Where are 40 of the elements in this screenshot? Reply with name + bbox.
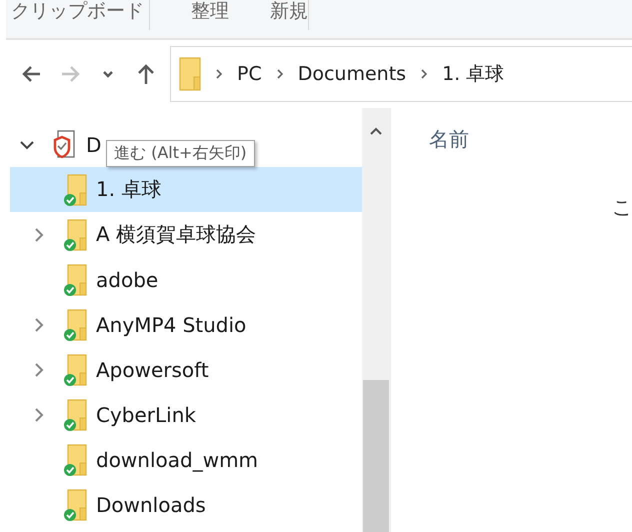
scrollbar-thumb[interactable] [363, 380, 389, 532]
folder-icon [179, 57, 201, 91]
folder-icon [64, 442, 88, 476]
folder-icon [64, 218, 88, 252]
tree-item-label: adobe [96, 268, 158, 292]
folder-icon [64, 172, 88, 206]
address-bar[interactable]: PC Documents 1. 卓球 [170, 46, 632, 102]
tree-item-label: CyberLink [96, 402, 196, 426]
column-header[interactable]: 名前 [429, 126, 469, 153]
tree-item-label: Downloads [96, 492, 206, 516]
tree-item[interactable]: 1. 卓球 [10, 167, 362, 212]
breadcrumb-segment[interactable]: Documents [298, 63, 406, 85]
folder-icon [64, 398, 88, 432]
tree-item[interactable]: download_wmm [10, 437, 362, 482]
ribbon-group-label: 新規 [270, 0, 309, 30]
tree-item[interactable]: CyberLink [10, 392, 362, 437]
tree-item[interactable]: adobe [10, 257, 362, 302]
tree-item[interactable]: A 横須賀卓球協会 [10, 212, 362, 257]
breadcrumb-segment[interactable]: 1. 卓球 [442, 61, 504, 87]
tooltip: 進む (Alt+右矢印) [106, 140, 255, 167]
tree-item[interactable]: AnyMP4 Studio [10, 302, 362, 347]
folder-icon [64, 352, 88, 386]
tree-item-label: D [86, 132, 102, 156]
caret-icon [102, 70, 114, 78]
empty-folder-message: こ [612, 194, 632, 221]
folder-icon [64, 308, 88, 342]
scroll-up-icon[interactable] [369, 126, 383, 136]
ribbon-group-label: 整理 [190, 0, 230, 24]
ribbon-group-label: クリップボード [6, 0, 150, 30]
tree-item-label: AnyMP4 Studio [96, 312, 246, 336]
tree-item-label: download_wmm [96, 448, 258, 472]
tree-item-label: A 横須賀卓球協会 [96, 221, 256, 248]
tree-item[interactable]: D [10, 122, 102, 167]
tree-item-label: 1. 卓球 [96, 176, 162, 203]
tree-item[interactable]: Apowersoft [10, 347, 362, 392]
tree-item[interactable]: Downloads [10, 482, 362, 527]
folder-icon [64, 488, 88, 522]
folder-icon [64, 262, 88, 296]
tree-item-label: Apowersoft [96, 358, 209, 382]
breadcrumb-segment[interactable]: PC [237, 63, 262, 85]
